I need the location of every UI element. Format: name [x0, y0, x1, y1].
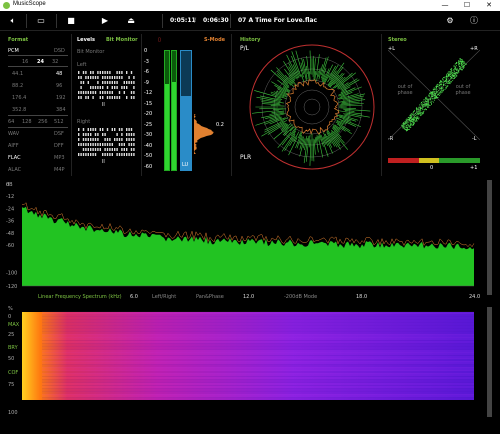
title-bar: MusicScope — ☐ ✕	[0, 0, 500, 11]
right-bit-grid	[78, 128, 135, 156]
time-position: 0:05:11	[170, 17, 196, 24]
right-channel-label: Right	[77, 119, 91, 125]
spectrum-y-tick: -120	[6, 284, 17, 290]
frequency-spectrum: 0 -12 -24 -36 -48 -60 -100 -120 dB 6.0 12.0 18.0 24.…	[0, 178, 486, 302]
correlation-meter	[388, 158, 480, 163]
s-mode-label[interactable]: S-Mode	[204, 37, 225, 43]
spectrogram-y-tick: 0	[8, 314, 11, 320]
close-button[interactable]: ✕	[478, 0, 500, 11]
spectrum-y-tick: -36	[6, 219, 14, 225]
spectrogram-y-tick: 50	[8, 356, 14, 362]
spectrum-footer-label: Linear Frequency Spectrum (kHz)	[38, 294, 122, 300]
meter-scale-tick: -15	[144, 100, 153, 107]
spectrum-x-tick: 6.0	[130, 294, 138, 300]
right-level-bar	[171, 50, 177, 171]
stereo-panel: Stereo +L +R -R -L out of phase out of p…	[382, 34, 486, 176]
meter-scale-tick: -30	[144, 132, 153, 138]
spectrogram-y-tick: 100	[8, 410, 18, 416]
spectrum-scrollbar[interactable]	[487, 180, 492, 295]
bit-monitor-mode[interactable]: Bit Monitor	[106, 37, 138, 43]
meter-scale-tick: -3	[144, 58, 149, 65]
format-panel: Format PCM DSD 16 24 32 44.1 48 88.2 96 17…	[0, 34, 72, 176]
spectrum-footer-label[interactable]: -200dB Mode	[284, 294, 317, 300]
lu-label: LU	[182, 162, 189, 168]
spectrogram-scrollbar[interactable]	[487, 307, 492, 417]
spectrogram-y-tick: COF	[8, 370, 18, 376]
meter-panel: ▯ S-Mode 0 -3 -6 -9 -12 -15 -20 -25 -30 -40 -50 -60…	[142, 34, 232, 176]
spectrum-y-tick: -60	[6, 243, 14, 249]
spectrum-x-tick: 12.0	[243, 294, 254, 300]
eject-icon[interactable]: ⏏	[124, 15, 138, 27]
volume-icon[interactable]: 🔈︎	[6, 15, 20, 27]
meter-scale-tick: -20	[144, 111, 153, 117]
meter-scale-tick: -12	[144, 90, 153, 96]
meter-red-icon: ▯	[158, 37, 161, 43]
maximize-button[interactable]: ☐	[456, 0, 478, 11]
spectrogram-plot: % 0 MAX 25 BRY 50 COF 75 100	[8, 306, 474, 416]
loudness-bar	[180, 50, 192, 171]
spectrum-plot: 0-12-24-36-48-60-100-120dB6.0 12.0 18.0 24.…	[6, 182, 480, 300]
left-bit-grid	[78, 71, 135, 99]
loudness-histogram	[194, 114, 214, 154]
spectrum-x-tick: 24.0	[469, 294, 480, 300]
spectrogram-y-tick: %	[8, 306, 13, 312]
spectrum-x-tick: 18.0	[356, 294, 367, 300]
spectrogram: % 0 MAX 25 BRY 50 COF 75 100	[0, 304, 486, 429]
levels-panel: Levels Bit Monitor Bit Monitor Left ll R…	[72, 34, 142, 176]
left-channel-label: Left	[77, 62, 87, 68]
left-level-bar	[164, 50, 170, 171]
meter-scale-tick: -9	[144, 79, 149, 86]
spectrogram-y-tick: 25	[8, 332, 14, 338]
format-title: Format	[8, 37, 29, 43]
meter-scale-tick: -6	[144, 69, 149, 75]
time-duration: 0:06:30	[203, 17, 229, 24]
meter-scale-tick: 0	[144, 48, 148, 54]
open-folder-icon[interactable]: ▭	[34, 15, 48, 27]
db-label: dB	[6, 182, 13, 188]
meter-scale-tick: -25	[144, 121, 153, 128]
dsd-label: DSD	[54, 48, 65, 54]
history-panel: History P/L PLR	[232, 34, 382, 176]
minimize-button[interactable]: —	[434, 0, 456, 11]
stop-icon[interactable]: ■	[64, 15, 78, 27]
spectrum-footer-label[interactable]: Left/Right	[152, 294, 176, 300]
track-name: 07 A Time For Love.flac	[238, 17, 318, 24]
meter-scale-tick: -50	[144, 153, 153, 159]
play-icon[interactable]: ▶	[98, 15, 112, 27]
spectrum-footer-label[interactable]: Pan&Phase	[196, 294, 224, 300]
spectrum-y-tick: -24	[6, 206, 14, 212]
spectrogram-y-tick: 75	[8, 382, 14, 388]
window-title: MusicScope	[13, 1, 46, 7]
info-icon[interactable]: ⓘ	[467, 15, 481, 27]
toolbar: 🔈︎ ▭ ■ ▶ ⏏ 0:05:11 / 0:06:30 07 A Time F…	[0, 11, 500, 31]
settings-gear-icon[interactable]: ⚙	[443, 15, 457, 27]
stereo-title: Stereo	[388, 37, 407, 43]
app-logo-icon	[3, 2, 10, 9]
history-radar	[249, 44, 375, 170]
spectrogram-y-tick: BRY	[8, 345, 19, 351]
levels-title: Levels	[77, 37, 95, 43]
spectrum-y-tick: -12	[6, 194, 14, 200]
spectrogram-y-tick: MAX	[8, 322, 20, 328]
meter-scale-tick: -40	[144, 142, 153, 149]
spectrum-y-tick: -100	[6, 271, 17, 277]
pcm-label: PCM	[8, 48, 19, 54]
spectrum-y-tick: -48	[6, 231, 14, 237]
meter-scale-tick: -60	[144, 163, 153, 170]
